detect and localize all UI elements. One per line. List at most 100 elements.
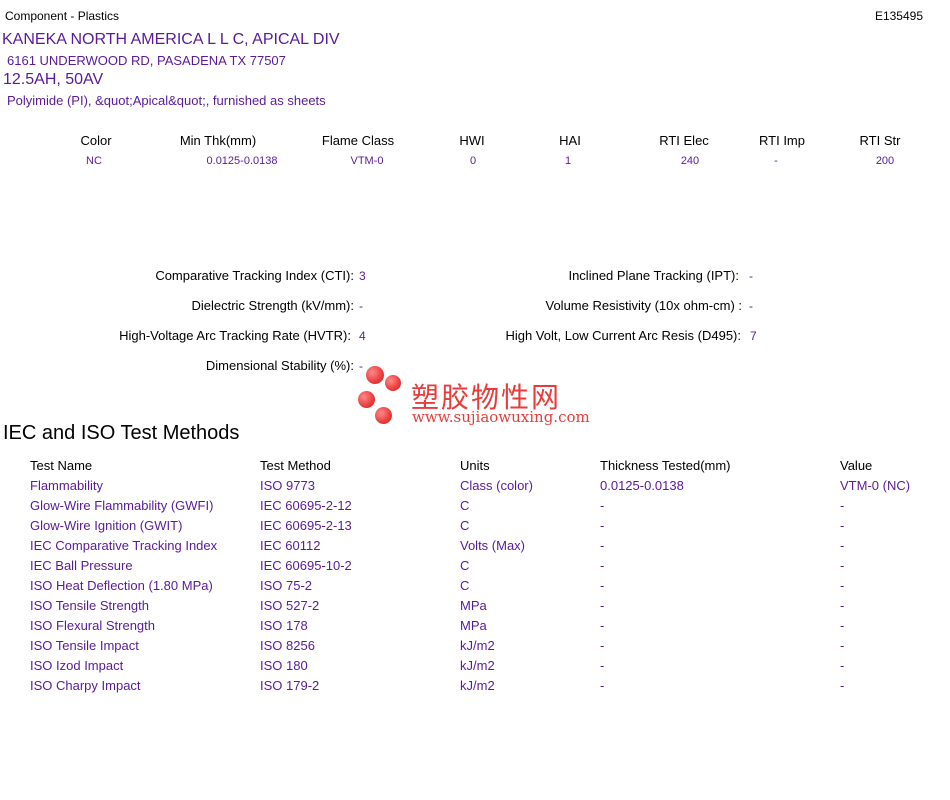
prop-header-hai: HAI	[559, 133, 581, 148]
prop-value-min-thk: 0.0125-0.0138	[206, 155, 278, 167]
value: -	[840, 538, 845, 553]
logo-dot-icon	[375, 407, 392, 424]
logo-dot-icon	[385, 375, 401, 391]
test-method: ISO 527-2	[260, 598, 320, 613]
prop-header-rti-imp: RTI Imp	[759, 133, 805, 148]
units: MPa	[460, 618, 487, 633]
material-description: Polyimide (PI), &quot;Apical&quot;, furn…	[7, 93, 326, 108]
dimensional-stability-value: -	[359, 359, 363, 373]
thickness: -	[600, 618, 605, 633]
dimensional-stability-label: Dimensional Stability (%):	[205, 358, 354, 373]
thickness: -	[600, 498, 605, 513]
test-name: ISO Izod Impact	[30, 658, 124, 673]
prop-header-rti-str: RTI Str	[859, 133, 901, 148]
ipt-value: -	[749, 269, 753, 283]
thickness: -	[600, 638, 605, 653]
cti-label: Comparative Tracking Index (CTI):	[155, 268, 354, 283]
test-method: IEC 60695-10-2	[260, 558, 352, 573]
test-name: Flammability	[30, 478, 103, 493]
prop-value-hwi: 0	[469, 155, 477, 167]
units: Class (color)	[460, 478, 533, 493]
units: C	[460, 578, 470, 593]
thickness: -	[600, 658, 605, 673]
volume-resistivity-label: Volume Resistivity (10x ohm-cm) :	[545, 298, 743, 313]
thickness: -	[600, 678, 605, 693]
test-name: IEC Comparative Tracking Index	[30, 538, 218, 553]
section-title: IEC and ISO Test Methods	[3, 422, 240, 444]
value: -	[840, 558, 845, 573]
test-name: Glow-Wire Flammability (GWFI)	[30, 498, 214, 513]
units: MPa	[460, 598, 487, 613]
d495-value: 7	[750, 329, 757, 343]
test-method: IEC 60112	[260, 538, 321, 553]
logo-dot-icon	[358, 391, 375, 408]
dielectric-strength-label: Dielectric Strength (kV/mm):	[191, 298, 354, 313]
col-header-test-method: Test Method	[260, 458, 331, 473]
thickness: 0.0125-0.0138	[600, 478, 684, 493]
ipt-label: Inclined Plane Tracking (IPT):	[568, 268, 739, 283]
value: -	[840, 578, 845, 593]
hvtr-value: 4	[359, 329, 366, 343]
value: -	[840, 658, 845, 673]
units: C	[460, 518, 470, 533]
units: Volts (Max)	[460, 538, 526, 553]
prop-value-flame-class: VTM-0	[350, 155, 384, 167]
test-method: ISO 178	[260, 618, 308, 633]
value: -	[840, 598, 845, 613]
test-name: ISO Heat Deflection (1.80 MPa)	[30, 578, 213, 593]
prop-value-hai: 1	[564, 155, 572, 167]
volume-resistivity-value: -	[749, 299, 753, 313]
units: kJ/m2	[460, 678, 495, 693]
col-header-test-name: Test Name	[30, 458, 93, 473]
test-method: IEC 60695-2-13	[260, 518, 352, 533]
value: -	[840, 678, 845, 693]
document-type: Component - Plastics	[5, 9, 120, 23]
test-name: ISO Tensile Impact	[30, 638, 139, 653]
prop-header-min-thk: Min Thk(mm)	[179, 133, 257, 148]
thickness: -	[600, 518, 605, 533]
thickness: -	[600, 538, 605, 553]
units: kJ/m2	[460, 658, 495, 673]
cti-value: 3	[359, 269, 366, 283]
value: -	[840, 618, 845, 633]
test-method: IEC 60695-2-12	[260, 498, 352, 513]
prop-value-rti-imp: -	[774, 155, 778, 167]
test-name: ISO Tensile Strength	[30, 598, 149, 613]
value: -	[840, 498, 845, 513]
test-method: ISO 179-2	[260, 678, 320, 693]
test-method: ISO 8256	[260, 638, 315, 653]
test-name: ISO Charpy Impact	[30, 678, 141, 693]
prop-header-color: Color	[80, 133, 112, 148]
thickness: -	[600, 558, 605, 573]
units: kJ/m2	[460, 638, 495, 653]
company-name: KANEKA NORTH AMERICA L L C, APICAL DIV	[2, 31, 340, 48]
col-header-thickness: Thickness Tested(mm)	[600, 458, 731, 473]
company-address: 6161 UNDERWOOD RD, PASADENA TX 77507	[7, 53, 286, 68]
test-name: ISO Flexural Strength	[30, 618, 155, 633]
prop-header-hwi: HWI	[459, 133, 485, 148]
units: C	[460, 558, 470, 573]
prop-header-flame-class: Flame Class	[321, 133, 395, 148]
file-number: E135495	[874, 9, 923, 23]
value: -	[840, 518, 845, 533]
dielectric-strength-value: -	[359, 299, 363, 313]
rating: 12.5AH, 50AV	[3, 71, 104, 88]
watermark-url: www.sujiaowuxing.com	[412, 408, 590, 426]
test-name: IEC Ball Pressure	[30, 558, 133, 573]
logo-dot-icon	[366, 366, 384, 384]
col-header-value: Value	[840, 458, 873, 473]
hvtr-label: High-Voltage Arc Tracking Rate (HVTR):	[119, 328, 351, 343]
test-method: ISO 75-2	[260, 578, 313, 593]
value: VTM-0 (NC)	[840, 478, 911, 493]
prop-value-color: NC	[86, 155, 102, 167]
thickness: -	[600, 598, 605, 613]
d495-label: High Volt, Low Current Arc Resis (D495):	[505, 328, 741, 343]
test-name: Glow-Wire Ignition (GWIT)	[30, 518, 183, 533]
test-method: ISO 9773	[260, 478, 315, 493]
prop-header-rti-elec: RTI Elec	[659, 133, 709, 148]
col-header-units: Units	[460, 458, 490, 473]
prop-value-rti-elec: 240	[680, 155, 700, 167]
test-method: ISO 180	[260, 658, 308, 673]
thickness: -	[600, 578, 605, 593]
units: C	[460, 498, 470, 513]
